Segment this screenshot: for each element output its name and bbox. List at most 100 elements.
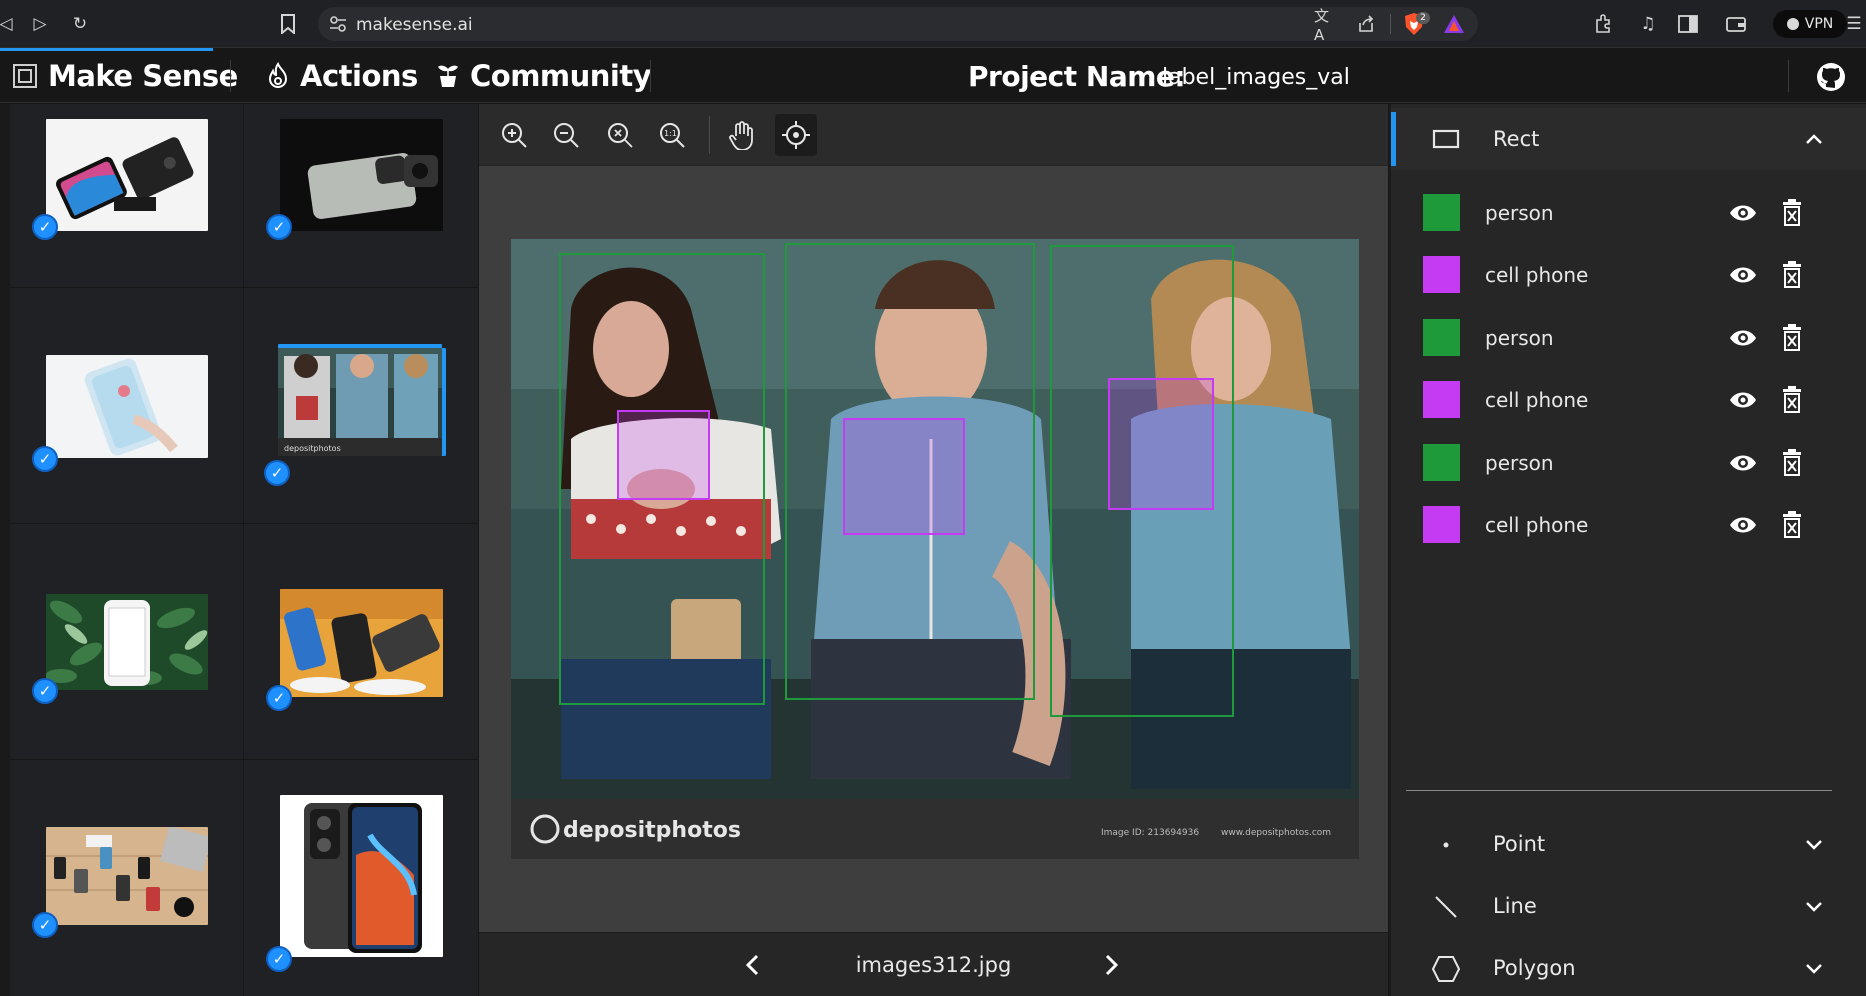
eye-icon[interactable] <box>1728 200 1758 226</box>
rect-tool-header[interactable]: Rect <box>1391 108 1866 170</box>
label-color-swatch[interactable] <box>1423 381 1460 418</box>
point-tool-header[interactable]: Point <box>1391 822 1866 868</box>
label-name: cell phone <box>1485 263 1589 287</box>
label-color-swatch[interactable] <box>1423 319 1460 356</box>
eye-icon[interactable] <box>1728 512 1758 538</box>
zoom-actual-size-icon[interactable]: 1:1 <box>651 114 693 156</box>
brave-rewards-icon[interactable] <box>1442 12 1466 36</box>
site-settings-icon[interactable] <box>326 12 350 36</box>
media-icon[interactable]: ♫ <box>1636 12 1660 36</box>
nav-separator <box>1788 60 1789 92</box>
rectangle-icon <box>1431 124 1461 154</box>
line-tool-header[interactable]: Line <box>1391 884 1866 930</box>
share-icon[interactable] <box>1354 12 1378 36</box>
label-color-swatch[interactable] <box>1423 194 1460 231</box>
polygon-tool-label: Polygon <box>1493 956 1576 980</box>
next-image-button[interactable] <box>1094 947 1130 983</box>
image-canvas[interactable]: depositphotos Image ID: 213694936 www.de… <box>511 239 1359 859</box>
label-row[interactable]: person <box>1423 442 1843 486</box>
address-bar[interactable] <box>318 7 1478 41</box>
label-color-swatch[interactable] <box>1423 444 1460 481</box>
actions-menu[interactable]: Actions <box>266 56 418 96</box>
thumbnail-xiaomi-phone[interactable] <box>280 119 443 231</box>
zoom-out-icon[interactable] <box>545 114 587 156</box>
translate-icon[interactable]: 文A <box>1314 7 1338 44</box>
watermark-brand: depositphotos <box>563 818 741 843</box>
label-row[interactable]: person <box>1423 317 1843 361</box>
zoom-fit-icon[interactable] <box>599 114 641 156</box>
thumbnail-phone-leaves[interactable] <box>46 594 208 690</box>
app-logo[interactable]: Make Sense <box>12 56 238 96</box>
github-icon[interactable] <box>1816 62 1846 92</box>
eye-icon[interactable] <box>1728 387 1758 413</box>
reload-icon[interactable]: ↻ <box>68 12 92 36</box>
svg-text:depositphotos: depositphotos <box>284 444 341 453</box>
wallet-icon[interactable] <box>1724 12 1748 36</box>
shields-badge: 2 <box>1416 12 1430 24</box>
vpn-status-icon <box>1786 18 1799 30</box>
url-text[interactable]: makesense.ai <box>356 15 473 35</box>
project-name-input[interactable] <box>1162 62 1502 92</box>
thumbnail-desk-phones[interactable] <box>46 827 208 925</box>
delete-icon[interactable] <box>1780 323 1804 353</box>
chevron-down-icon[interactable] <box>1799 830 1829 860</box>
bbox-cell-phone-1[interactable] <box>617 410 710 500</box>
checked-icon: ✓ <box>32 446 58 472</box>
label-name: person <box>1485 451 1554 475</box>
eye-icon[interactable] <box>1728 262 1758 288</box>
delete-icon[interactable] <box>1780 260 1804 290</box>
annotated-image: depositphotos Image ID: 213694936 www.de… <box>511 239 1359 859</box>
delete-icon[interactable] <box>1780 510 1804 540</box>
logo-icon <box>13 64 37 88</box>
vpn-label: VPN <box>1804 16 1834 32</box>
extensions-icon[interactable] <box>1592 12 1616 36</box>
row-divider <box>10 287 478 288</box>
chevron-up-icon[interactable] <box>1799 124 1829 154</box>
delete-icon[interactable] <box>1780 448 1804 478</box>
checked-icon: ✓ <box>264 460 290 486</box>
point-tool-label: Point <box>1493 832 1546 856</box>
actions-label: Actions <box>300 59 418 93</box>
plant-icon <box>437 65 459 87</box>
chevron-down-icon[interactable] <box>1799 892 1829 922</box>
community-menu[interactable]: Community <box>436 56 652 96</box>
row-divider <box>10 759 478 760</box>
back-icon[interactable]: ◁ <box>0 12 18 36</box>
bbox-cell-phone-2[interactable] <box>843 418 965 535</box>
label-row[interactable]: person <box>1423 192 1843 236</box>
pan-hand-icon[interactable] <box>721 114 763 156</box>
delete-icon[interactable] <box>1780 385 1804 415</box>
eye-icon[interactable] <box>1728 450 1758 476</box>
thumbnail-iphones-orange[interactable] <box>280 589 443 697</box>
eye-icon[interactable] <box>1728 325 1758 351</box>
label-color-swatch[interactable] <box>1423 256 1460 293</box>
delete-icon[interactable] <box>1780 198 1804 228</box>
bbox-cell-phone-3[interactable] <box>1108 378 1214 510</box>
line-icon <box>1431 892 1461 922</box>
thumbnail-white-phone[interactable] <box>46 355 208 458</box>
menu-icon[interactable]: ☰ <box>1842 12 1866 36</box>
thumbnail-flip-phone[interactable] <box>46 119 208 231</box>
polygon-tool-header[interactable]: Polygon <box>1391 946 1866 992</box>
active-accent <box>1391 112 1396 166</box>
crosshair-icon[interactable] <box>775 114 817 156</box>
vpn-button[interactable]: VPN <box>1773 10 1847 38</box>
chevron-right-icon <box>1105 954 1119 976</box>
forward-icon[interactable]: ▷ <box>28 12 52 36</box>
checked-icon: ✓ <box>32 912 58 938</box>
image-list-panel: ✓ ✓ ✓ depositphotos ✓ ✓ ✓ ✓ ✓ <box>0 104 478 996</box>
zoom-in-icon[interactable] <box>493 114 535 156</box>
label-row[interactable]: cell phone <box>1423 504 1843 548</box>
bookmark-icon[interactable] <box>276 12 300 36</box>
label-row[interactable]: cell phone <box>1423 379 1843 423</box>
label-name: cell phone <box>1485 388 1589 412</box>
editor-toolbar: 1:1 <box>479 104 1388 166</box>
thumbnail-three-people-phones[interactable]: depositphotos <box>278 348 442 456</box>
thumbnail-poco-phone[interactable] <box>280 795 443 957</box>
label-row[interactable]: cell phone <box>1423 254 1843 298</box>
sidebar-icon[interactable] <box>1676 12 1700 36</box>
label-name: person <box>1485 326 1554 350</box>
chevron-down-icon[interactable] <box>1799 954 1829 984</box>
label-color-swatch[interactable] <box>1423 506 1460 543</box>
scroll-track[interactable] <box>0 104 10 996</box>
